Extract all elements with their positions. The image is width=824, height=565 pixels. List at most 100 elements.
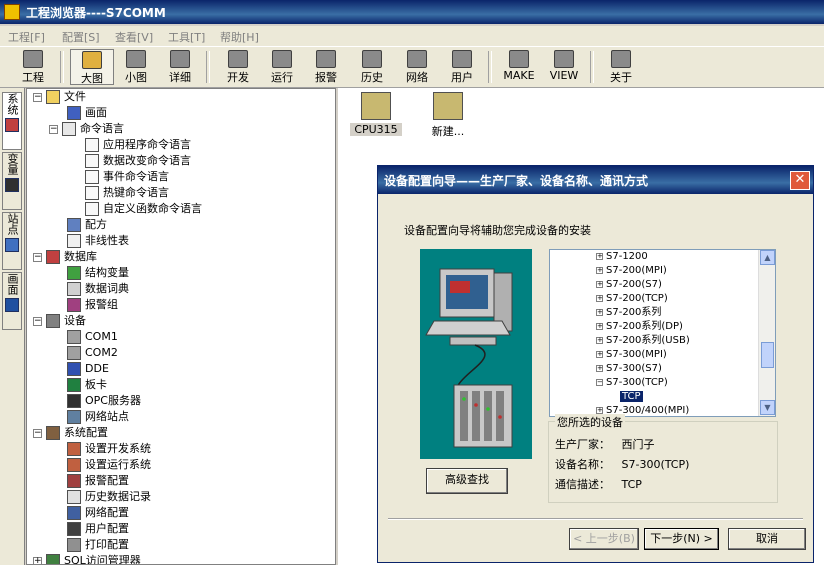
device-list-item[interactable]: + S7-300(MPI) [596, 348, 667, 362]
expand-icon[interactable]: + [596, 308, 603, 316]
tree-node-devices[interactable]: − 设备 [33, 313, 86, 329]
make-icon [509, 50, 529, 68]
menu-project[interactable]: 工程[F] [8, 29, 45, 45]
expand-icon[interactable]: + [596, 364, 603, 372]
device-list-item[interactable]: + S7-1200 [596, 250, 648, 264]
tree-node-dde[interactable]: DDE [67, 361, 109, 377]
tree-node-alarm-config[interactable]: 报警配置 [67, 473, 129, 489]
device-name-row: 设备名称： S7-300(TCP) [555, 456, 689, 472]
expand-icon[interactable]: + [596, 294, 603, 302]
collapse-icon[interactable]: − [596, 378, 603, 386]
toolbar-project-button[interactable]: 工程 [11, 49, 55, 85]
tab-screens[interactable]: 画面 [2, 272, 22, 330]
toolbar-alarm-button[interactable]: 报警 [304, 49, 348, 85]
device-item-new[interactable]: 新建... [422, 92, 474, 139]
device-list-item[interactable]: + S7-200系列(USB) [596, 334, 690, 348]
toolbar-run-button[interactable]: 运行 [260, 49, 304, 85]
tree-node-board[interactable]: 板卡 [67, 377, 107, 393]
expand-icon[interactable]: + [596, 336, 603, 344]
toolbar-small-icons-button[interactable]: 小图 [114, 49, 158, 85]
device-list-item[interactable]: + S7-200系列(DP) [596, 320, 683, 334]
next-button[interactable]: 下一步(N) > [644, 528, 719, 550]
tree-node-event-commands[interactable]: 事件命令语言 [85, 169, 169, 185]
tree-node-system-config[interactable]: − 系统配置 [33, 425, 108, 441]
selected-device-group: 您所选的设备 生产厂家： 西门子 设备名称： S7-300(TCP) 通信描述：… [548, 414, 778, 503]
tree-node-nonlinear-table[interactable]: 非线性表 [67, 233, 129, 249]
tree-node-user-config[interactable]: 用户配置 [67, 521, 129, 537]
toolbar-network-button[interactable]: 网络 [395, 49, 439, 85]
collapse-icon[interactable]: − [49, 124, 58, 134]
cancel-button[interactable]: 取消 [728, 528, 806, 550]
scroll-up-icon[interactable]: ▲ [760, 250, 775, 265]
tree-node-com1[interactable]: COM1 [67, 329, 118, 345]
device-list-item[interactable]: + S7-200(S7) [596, 278, 662, 292]
tree-node-network-config[interactable]: 网络配置 [67, 505, 129, 521]
tree-node-opc-server[interactable]: OPC服务器 [67, 393, 141, 409]
tree-node-print-config[interactable]: 打印配置 [67, 537, 129, 553]
prev-button[interactable]: < 上一步(B) [569, 528, 639, 550]
window-title: 工程浏览器----S7COMM [26, 6, 166, 20]
toolbar-develop-button[interactable]: 开发 [216, 49, 260, 85]
collapse-icon[interactable]: − [33, 92, 42, 102]
toolbar-about-button[interactable]: 关于 [599, 49, 643, 85]
scroll-down-icon[interactable]: ▼ [760, 400, 775, 415]
menu-help[interactable]: 帮助[H] [220, 29, 259, 45]
menu-tools[interactable]: 工具[T] [168, 29, 205, 45]
expand-icon[interactable]: + [596, 266, 603, 274]
advanced-search-button[interactable]: 高级查找 [426, 468, 508, 494]
menu-view[interactable]: 查看[V] [115, 29, 153, 45]
device-item-cpu315[interactable]: CPU315 [350, 92, 402, 136]
expand-icon[interactable]: + [33, 556, 42, 564]
expand-icon[interactable]: + [596, 252, 603, 260]
tree-node-dev-settings[interactable]: 设置开发系统 [67, 441, 151, 457]
toolbar-large-icons-button[interactable]: 大图 [70, 49, 114, 85]
device-list-item[interactable]: + S7-200系列 [596, 306, 661, 320]
collapse-icon[interactable]: − [33, 428, 42, 438]
tree-node-hotkey-commands[interactable]: 热键命令语言 [85, 185, 169, 201]
tree-node-database[interactable]: − 数据库 [33, 249, 97, 265]
tree-node-sql-manager[interactable]: + SQL访问管理器 [33, 553, 141, 564]
device-list-item[interactable]: − S7-300(TCP) [596, 376, 668, 390]
tab-variables[interactable]: 变量 [2, 152, 22, 210]
dictionary-icon [67, 282, 81, 296]
tree-node-alarm-groups[interactable]: 报警组 [67, 297, 118, 313]
toolbar-details-button[interactable]: 详细 [158, 49, 202, 85]
toolbar-history-button[interactable]: 历史 [350, 49, 394, 85]
tab-stations[interactable]: 站点 [2, 212, 22, 270]
doc-icon [85, 170, 99, 184]
tree-node-command-language[interactable]: − 命令语言 [49, 121, 124, 137]
side-tab-strip: 系统 变量 站点 画面 [0, 88, 25, 565]
expand-icon[interactable]: + [596, 350, 603, 358]
tree-node-app-commands[interactable]: 应用程序命令语言 [85, 137, 191, 153]
tree-node-com2[interactable]: COM2 [67, 345, 118, 361]
expand-icon[interactable]: + [596, 406, 603, 414]
close-icon[interactable]: ✕ [790, 171, 810, 190]
expand-icon[interactable]: + [596, 280, 603, 288]
com-port-icon [67, 330, 81, 344]
device-list-item-selected[interactable]: TCP [619, 390, 644, 404]
tree-node-data-dictionary[interactable]: 数据词典 [67, 281, 129, 297]
tree-node-files[interactable]: − 文件 [33, 89, 86, 105]
tab-system[interactable]: 系统 [2, 92, 22, 150]
toolbar-user-button[interactable]: 用户 [440, 49, 484, 85]
device-list-item[interactable]: + S7-200(MPI) [596, 264, 667, 278]
device-list-item[interactable]: + S7-200(TCP) [596, 292, 668, 306]
toolbar-view-button[interactable]: VIEW [542, 49, 586, 85]
tree-node-run-settings[interactable]: 设置运行系统 [67, 457, 151, 473]
collapse-icon[interactable]: − [33, 316, 42, 326]
tree-node-custom-function-commands[interactable]: 自定义函数命令语言 [85, 201, 202, 217]
tree-node-recipes[interactable]: 配方 [67, 217, 107, 233]
tree-node-screens[interactable]: 画面 [67, 105, 107, 121]
tree-node-network-station[interactable]: 网络站点 [67, 409, 129, 425]
scrollbar-thumb[interactable] [761, 342, 774, 368]
toolbar-separator [488, 51, 492, 83]
device-list-scrollbar[interactable]: ▲ ▼ [758, 250, 775, 416]
collapse-icon[interactable]: − [33, 252, 42, 262]
menu-config[interactable]: 配置[S] [62, 29, 100, 45]
toolbar-make-button[interactable]: MAKE [497, 49, 541, 85]
tree-node-history-record[interactable]: 历史数据记录 [67, 489, 151, 505]
expand-icon[interactable]: + [596, 322, 603, 330]
tree-node-data-change-commands[interactable]: 数据改变命令语言 [85, 153, 191, 169]
device-list-item[interactable]: + S7-300(S7) [596, 362, 662, 376]
tree-node-struct-variables[interactable]: 结构变量 [67, 265, 129, 281]
